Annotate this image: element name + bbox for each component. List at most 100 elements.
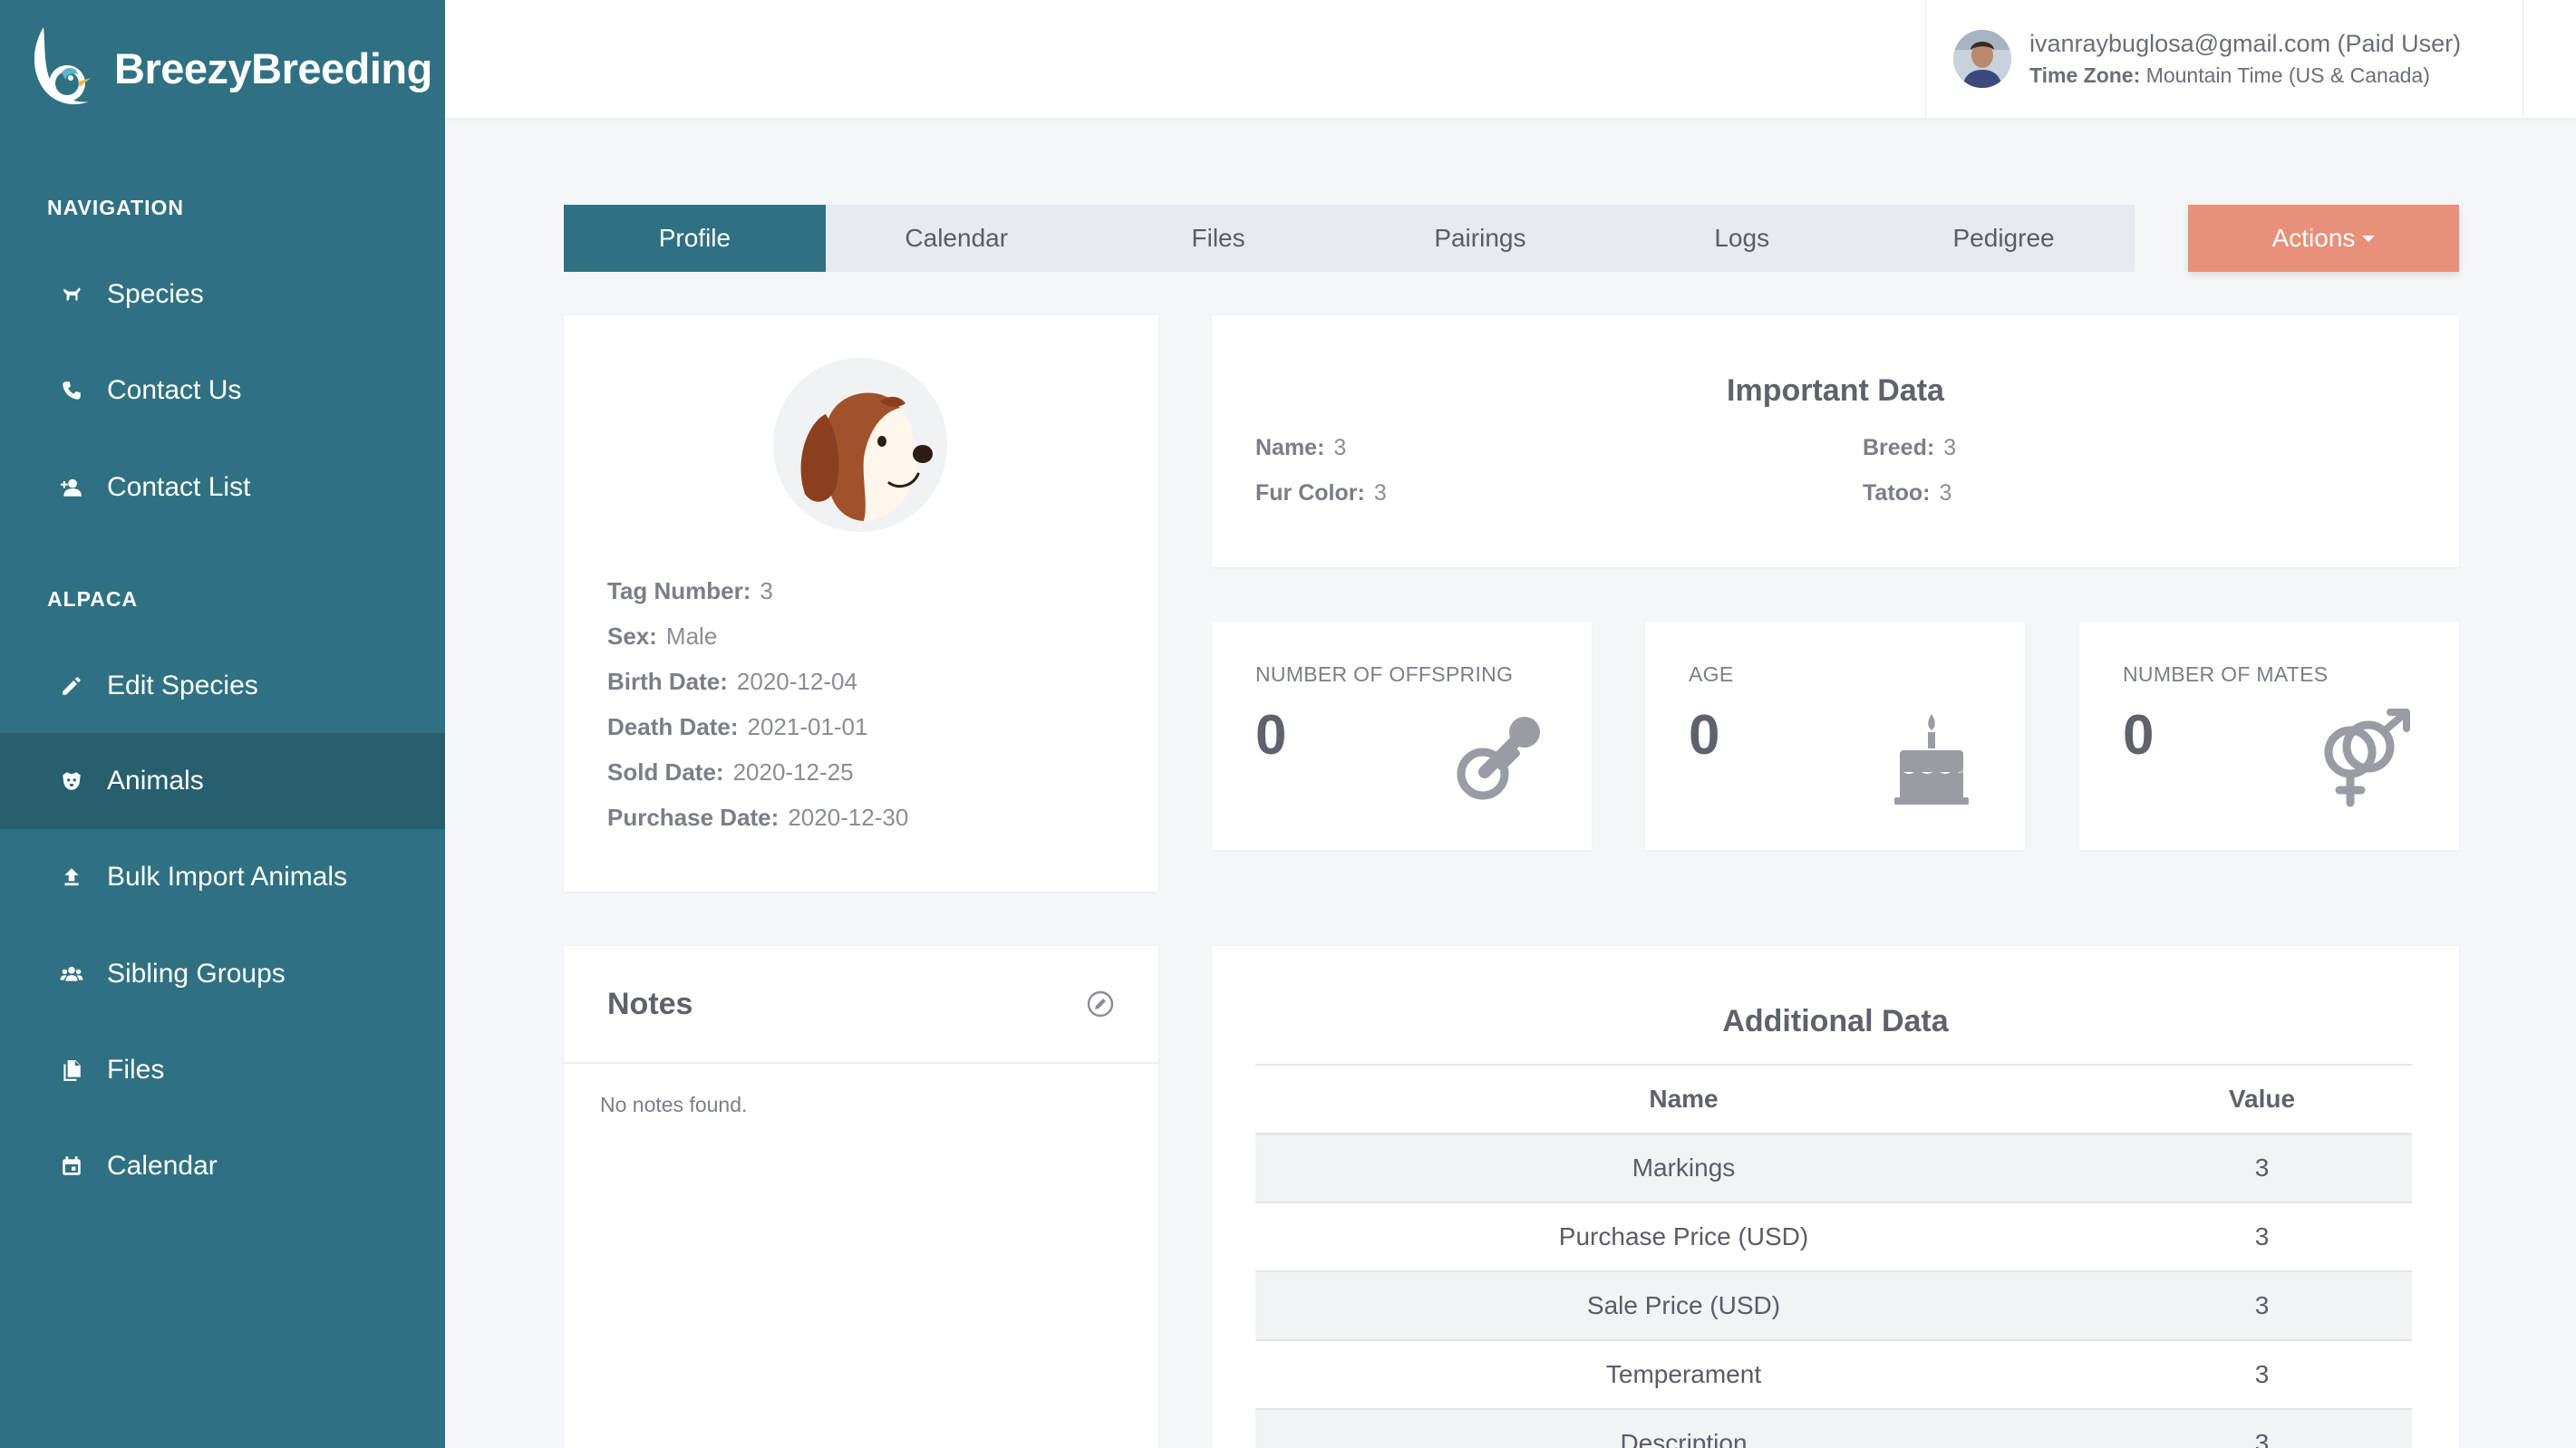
cell-name: Sale Price (USD) [1255,1271,2112,1341]
death-date-row: Death Date: 2021-01-01 [607,710,908,756]
sidebar-item-contact-us[interactable]: Contact Us [0,343,445,439]
sidebar-item-edit-species[interactable]: Edit Species [0,638,445,734]
tab-profile[interactable]: Profile [564,205,826,272]
field-value: Male [665,623,718,650]
gender-icon [2316,709,2416,808]
field-label: Sold Date: [607,758,724,786]
field-label: Birth Date: [607,668,728,695]
sidebar-item-label: Animals [107,766,204,796]
sidebar-item-label: Files [107,1055,165,1085]
cell-value: 3 [2112,1340,2412,1410]
birthday-cake-icon [1882,709,1981,808]
additional-data-table: Name Value Markings 3 Purchase Price (US… [1255,1064,2412,1448]
timezone-label: Time Zone: [2029,63,2141,87]
important-data-card: Important Data Name: 3 Breed: 3 Fur Color:… [1212,315,2459,567]
stat-value: 0 [1689,704,1720,767]
actions-dropdown-button[interactable]: Actions [2188,205,2459,272]
field-label: Breed: [1863,435,1935,460]
brand[interactable]: BreezyBreeding [25,18,432,118]
field-label: Death Date: [607,713,739,740]
notes-header: Notes [564,946,1158,1064]
table-row: Purchase Price (USD) 3 [1255,1202,2412,1272]
offspring-stat-card: NUMBER OF OFFSPRING 0 [1212,622,1592,850]
sidebar-item-contact-list[interactable]: Contact List [0,439,445,536]
field-value: 3 [760,577,773,604]
field-label: Tag Number: [607,577,751,604]
tab-pedigree[interactable]: Pedigree [1873,205,2135,272]
field-label: Sex: [607,623,657,650]
stat-label: NUMBER OF MATES [2123,662,2329,686]
table-row: Temperament 3 [1255,1340,2412,1410]
topbar: ivanraybuglosa@gmail.com (Paid User) Tim… [445,0,2576,118]
timezone-value: Mountain Time (US & Canada) [2145,63,2430,87]
animal-tabs: Profile Calendar Files Pairings Logs Ped… [564,205,2135,272]
tag-number-row: Tag Number: 3 [607,574,908,620]
sidebar-item-label: Contact List [107,472,251,502]
dog-illustration-icon [773,358,947,532]
sidebar-item-files[interactable]: Files [0,1022,445,1118]
tab-files[interactable]: Files [1088,205,1350,272]
edit-icon[interactable] [1086,989,1115,1018]
animal-icon [60,769,83,793]
field-value: 3 [1333,435,1347,460]
calendar-icon [60,1154,83,1178]
upload-icon [60,865,83,889]
stat-value: 0 [2123,704,2155,767]
sidebar-item-label: Bulk Import Animals [107,862,348,892]
table-row: Markings 3 [1255,1134,2412,1203]
user-menu[interactable]: ivanraybuglosa@gmail.com (Paid User) Tim… [1925,0,2523,118]
field-value: 2021-01-01 [747,713,868,740]
profile-card: Tag Number: 3 Sex: Male Birth Date: 2020-12… [564,315,1158,892]
column-header-name[interactable]: Name [1255,1065,2112,1135]
column-header-value[interactable]: Value [2112,1065,2412,1135]
pencil-icon [60,674,83,698]
navigation-heading: NAVIGATION [47,196,184,219]
field-value: 2020-12-04 [736,668,857,695]
additional-data-card: Additional Data Name Value Markings 3 Pu… [1212,946,2459,1448]
tab-logs[interactable]: Logs [1611,205,1873,272]
tab-pairings[interactable]: Pairings [1349,205,1611,272]
sidebar-item-label: Edit Species [107,671,258,700]
breed-field: Breed: 3 [1863,435,1956,461]
sidebar-item-animals[interactable]: Animals [0,733,445,829]
file-icon [60,1058,83,1082]
fur-color-field: Fur Color: 3 [1255,480,1387,507]
sidebar-item-species[interactable]: Species [0,246,445,343]
table-header-row: Name Value [1255,1065,2412,1135]
stat-value: 0 [1255,704,1287,767]
sidebar-item-calendar[interactable]: Calendar [0,1118,445,1214]
profile-details: Tag Number: 3 Sex: Male Birth Date: 2020-12… [607,574,908,846]
sidebar-item-label: Species [107,279,204,309]
tatoo-field: Tatoo: 3 [1863,480,1951,507]
sidebar: BreezyBreeding NAVIGATION Species Contac… [0,0,445,1448]
age-stat-card: AGE 0 [1645,622,2025,850]
cell-name: Markings [1255,1134,2112,1203]
species-heading: ALPACA [47,587,139,611]
sidebar-item-bulk-import[interactable]: Bulk Import Animals [0,829,445,925]
cell-value: 3 [2112,1134,2412,1203]
field-label: Fur Color: [1255,480,1365,506]
field-label: Tatoo: [1863,480,1931,506]
actions-label: Actions [2271,224,2356,252]
field-value: 3 [1943,435,1957,460]
field-value: 3 [1939,480,1952,506]
paw-icon [60,283,83,306]
sold-date-row: Sold Date: 2020-12-25 [607,756,908,801]
notes-card: Notes No notes found. [564,946,1158,1448]
group-icon [60,962,83,986]
table-row: Sale Price (USD) 3 [1255,1271,2412,1341]
brand-logo-icon [34,27,91,105]
stat-label: AGE [1689,662,1734,686]
stat-label: NUMBER OF OFFSPRING [1255,662,1514,686]
cell-name: Description [1255,1409,2112,1448]
notes-title: Notes [607,986,693,1021]
sidebar-item-label: Calendar [107,1151,218,1181]
mates-stat-card: NUMBER OF MATES 0 [2079,622,2459,850]
caret-down-icon [2362,235,2376,242]
sidebar-item-sibling-groups[interactable]: Sibling Groups [0,926,445,1022]
phone-icon [60,379,83,402]
user-add-icon [60,476,83,499]
sex-row: Sex: Male [607,620,908,665]
tab-calendar[interactable]: Calendar [826,205,1088,272]
field-label: Purchase Date: [607,804,780,831]
